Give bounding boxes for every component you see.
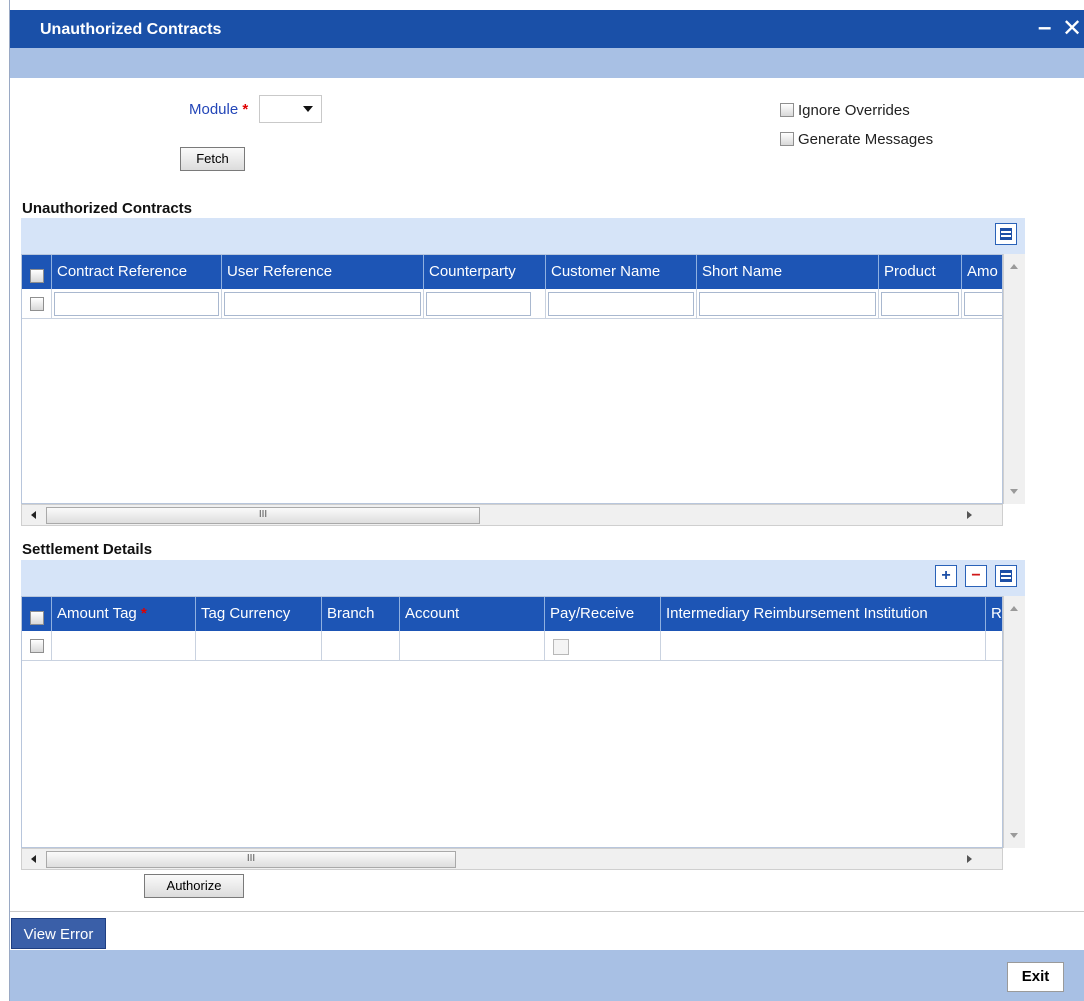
settlement-vertical-scrollbar[interactable] <box>1003 596 1025 848</box>
customer-name-input[interactable] <box>548 292 694 316</box>
module-label: Module * <box>189 101 248 118</box>
scroll-right-icon[interactable] <box>967 855 972 863</box>
pay-receive-checkbox[interactable] <box>553 639 569 655</box>
product-input[interactable] <box>881 292 959 316</box>
ignore-overrides-label: Ignore Overrides <box>798 102 910 119</box>
minimize-icon[interactable]: – <box>1038 14 1051 42</box>
select-all-checkbox-cell <box>22 255 52 289</box>
contracts-grid: Contract Reference User Reference Counte… <box>21 218 1025 526</box>
settlement-grid-header: Amount Tag * Tag Currency Branch Account… <box>22 597 1002 631</box>
account-cell[interactable] <box>400 631 545 661</box>
contracts-grid-header: Contract Reference User Reference Counte… <box>22 255 1002 289</box>
column-header[interactable]: Tag Currency <box>196 597 322 631</box>
settlement-section-title: Settlement Details <box>22 541 153 558</box>
pay-receive-cell <box>545 631 661 661</box>
select-all-checkbox[interactable] <box>30 611 44 626</box>
contract-reference-input[interactable] <box>54 292 219 316</box>
exit-button[interactable]: Exit <box>1007 962 1064 992</box>
chevron-down-icon <box>303 106 313 112</box>
tag-currency-cell[interactable] <box>196 631 322 661</box>
contracts-vertical-scrollbar[interactable] <box>1003 254 1025 504</box>
fetch-button[interactable]: Fetch <box>180 147 245 171</box>
module-label-text: Module <box>189 101 239 118</box>
amount-input[interactable] <box>964 292 1002 316</box>
divider <box>10 911 1084 912</box>
ignore-overrides-checkbox[interactable] <box>780 103 794 118</box>
table-row <box>22 631 1002 661</box>
amount-tag-cell[interactable] <box>52 631 196 661</box>
row-checkbox-cell <box>22 289 52 319</box>
column-header[interactable]: Account <box>400 597 545 631</box>
close-icon[interactable]: ✕ <box>1062 14 1082 43</box>
scroll-thumb[interactable]: III <box>46 851 456 868</box>
title-bar: Unauthorized Contracts – ✕ <box>10 10 1084 48</box>
column-header[interactable]: Amo <box>962 255 1002 289</box>
column-header[interactable]: Intermediary Reimbursement Institution <box>661 597 986 631</box>
contracts-section-title: Unauthorized Contracts <box>22 200 193 217</box>
scroll-down-icon[interactable] <box>1010 833 1018 838</box>
column-header[interactable]: Product <box>879 255 962 289</box>
scroll-down-icon[interactable] <box>1010 489 1018 494</box>
column-header[interactable]: Amount Tag * <box>52 597 196 631</box>
product-cell <box>879 289 962 319</box>
column-header[interactable]: User Reference <box>222 255 424 289</box>
select-all-checkbox[interactable] <box>30 269 44 284</box>
window-frame <box>0 0 10 1001</box>
required-mark: * <box>140 605 147 622</box>
contracts-grid-toolbar <box>21 218 1025 254</box>
footer-bar <box>10 950 1084 1001</box>
view-error-button[interactable]: View Error <box>11 918 106 949</box>
contracts-grid-body: Contract Reference User Reference Counte… <box>21 254 1003 504</box>
column-header[interactable]: Counterparty <box>424 255 546 289</box>
generate-messages-option[interactable]: Generate Messages <box>780 131 933 148</box>
scroll-up-icon[interactable] <box>1010 264 1018 269</box>
add-row-icon[interactable]: + <box>935 565 957 587</box>
column-header[interactable]: Pay/Receive <box>545 597 661 631</box>
authorize-button[interactable]: Authorize <box>144 874 244 898</box>
amount-cell <box>962 289 1002 319</box>
user-reference-cell <box>222 289 424 319</box>
intermediary-reimbursement-cell[interactable] <box>661 631 986 661</box>
r-cell[interactable] <box>986 631 1002 661</box>
list-view-icon[interactable] <box>995 565 1017 587</box>
row-checkbox-cell <box>22 631 52 661</box>
generate-messages-checkbox[interactable] <box>780 132 794 147</box>
generate-messages-label: Generate Messages <box>798 131 934 148</box>
list-view-icon[interactable] <box>995 223 1017 245</box>
settlement-horizontal-scrollbar[interactable]: III <box>21 848 1003 870</box>
short-name-input[interactable] <box>699 292 876 316</box>
customer-name-cell <box>546 289 697 319</box>
sub-header-bar <box>10 48 1084 78</box>
ignore-overrides-option[interactable]: Ignore Overrides <box>780 102 910 119</box>
settlement-grid-body: Amount Tag * Tag Currency Branch Account… <box>21 596 1003 848</box>
counterparty-input[interactable] <box>426 292 531 316</box>
column-header[interactable]: Branch <box>322 597 400 631</box>
scroll-left-icon[interactable] <box>31 511 36 519</box>
column-header[interactable]: R <box>986 597 1002 631</box>
scroll-right-icon[interactable] <box>967 511 972 519</box>
scroll-up-icon[interactable] <box>1010 606 1018 611</box>
settlement-grid-toolbar: + − <box>21 560 1025 596</box>
user-reference-input[interactable] <box>224 292 421 316</box>
contract-reference-cell <box>52 289 222 319</box>
row-checkbox[interactable] <box>30 297 44 311</box>
amount-tag-header-label: Amount Tag <box>57 605 137 622</box>
column-header[interactable]: Contract Reference <box>52 255 222 289</box>
window-title: Unauthorized Contracts <box>40 21 222 38</box>
scroll-thumb[interactable]: III <box>46 507 480 524</box>
settlement-grid: + − Amount Tag * Tag Currency Branch Acc… <box>21 560 1025 870</box>
select-all-checkbox-cell <box>22 597 52 631</box>
remove-row-icon[interactable]: − <box>965 565 987 587</box>
counterparty-cell <box>424 289 546 319</box>
branch-cell[interactable] <box>322 631 400 661</box>
table-row <box>22 289 1002 319</box>
scroll-left-icon[interactable] <box>31 855 36 863</box>
required-mark: * <box>242 101 249 118</box>
column-header[interactable]: Short Name <box>697 255 879 289</box>
column-header[interactable]: Customer Name <box>546 255 697 289</box>
short-name-cell <box>697 289 879 319</box>
module-select[interactable] <box>259 95 322 123</box>
row-checkbox[interactable] <box>30 639 44 653</box>
contracts-horizontal-scrollbar[interactable]: III <box>21 504 1003 526</box>
